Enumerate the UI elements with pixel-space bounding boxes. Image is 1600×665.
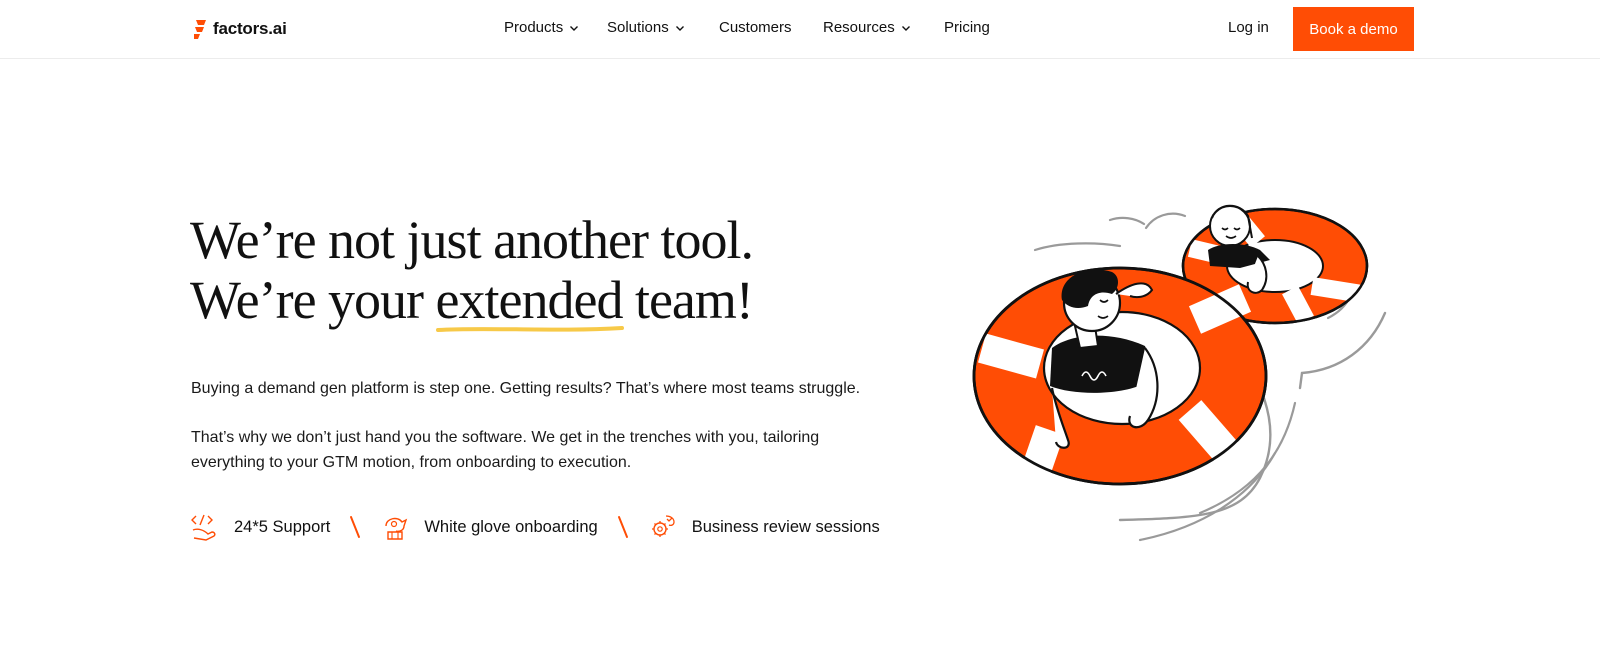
headline-line-2: We’re your extended team! xyxy=(190,270,754,332)
divider-slash-icon xyxy=(350,516,361,538)
code-support-icon xyxy=(191,514,216,541)
feature-label: 24*5 Support xyxy=(234,517,331,536)
feature-list: 24*5 Support White glove onboarding Busi… xyxy=(190,511,880,543)
feature-item-support: 24*5 Support xyxy=(190,512,330,542)
headline-line-1: We’re not just another tool. xyxy=(190,210,754,270)
hero-headline: We’re not just another tool. We’re your … xyxy=(190,210,754,332)
nav-item-label: Solutions xyxy=(607,19,669,36)
hero-paragraph-2: That’s why we don’t just hand you the so… xyxy=(191,429,820,471)
site-header: factors.ai Products Solutions Customers … xyxy=(0,0,1600,59)
headline-line-2-post: team! xyxy=(622,270,754,330)
gear-review-icon xyxy=(651,515,675,537)
highlight-underline-icon xyxy=(435,326,624,332)
nav-item-label: Products xyxy=(504,19,564,36)
login-link[interactable]: Log in xyxy=(1228,19,1269,36)
logo-wordmark: factors.ai xyxy=(213,19,287,38)
hero-paragraph-1: Buying a demand gen platform is step one… xyxy=(191,380,861,397)
book-demo-button[interactable]: Book a demo xyxy=(1293,7,1414,51)
nav-item-products[interactable]: Products xyxy=(504,19,579,36)
chevron-down-icon xyxy=(675,25,684,31)
nav-item-label: Pricing xyxy=(944,19,990,36)
factors-logo-mark-icon xyxy=(194,20,206,39)
chevron-down-icon xyxy=(901,25,910,31)
chevron-down-icon xyxy=(570,25,579,31)
feature-label: Business review sessions xyxy=(691,517,880,536)
nav-item-customers[interactable]: Customers xyxy=(719,19,792,36)
highlighted-word-text: extended xyxy=(435,270,624,330)
feature-label: White glove onboarding xyxy=(424,517,598,536)
headline-line-2-pre: We’re your xyxy=(190,270,436,330)
nav-item-label: Resources xyxy=(823,19,895,36)
feature-item-business-review: Business review sessions xyxy=(648,512,880,542)
feature-item-onboarding: White glove onboarding xyxy=(380,512,598,542)
highlighted-word: extended xyxy=(435,270,624,332)
nav-item-solutions[interactable]: Solutions xyxy=(607,19,685,36)
lifebuoy-floating-people-illustration xyxy=(972,204,1387,542)
glove-onboarding-icon xyxy=(385,517,408,540)
nav-item-pricing[interactable]: Pricing xyxy=(944,19,990,36)
nav-item-label: Customers xyxy=(719,19,792,36)
divider-slash-icon xyxy=(617,516,628,538)
nav-item-resources[interactable]: Resources xyxy=(823,19,911,36)
factors-logo[interactable]: factors.ai xyxy=(193,16,287,42)
